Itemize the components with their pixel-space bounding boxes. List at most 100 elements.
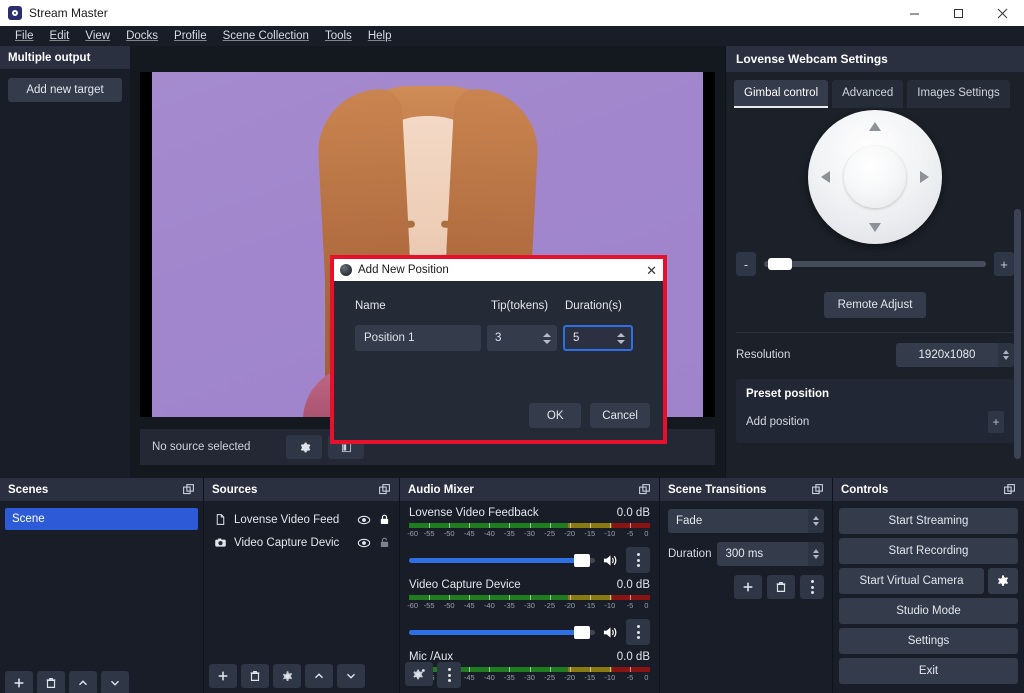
eye-icon[interactable] xyxy=(357,513,371,527)
transition-stepper[interactable] xyxy=(808,509,824,533)
menu-item-scene-collection[interactable]: Scene Collection xyxy=(215,28,317,44)
arrow-up-icon[interactable] xyxy=(869,122,881,131)
remove-scene-button[interactable] xyxy=(37,671,65,693)
position-name-input[interactable]: Position 1 xyxy=(355,325,481,351)
dialog-close-icon[interactable]: ✕ xyxy=(646,264,657,277)
arrow-right-icon[interactable] xyxy=(920,171,929,183)
maximize-icon[interactable] xyxy=(936,0,980,26)
arrow-left-icon[interactable] xyxy=(821,171,830,183)
volume-slider-handle[interactable] xyxy=(574,554,590,567)
float-dock-icon[interactable] xyxy=(1003,483,1016,496)
tab-gimbal-control[interactable]: Gimbal control xyxy=(734,80,828,108)
cancel-button[interactable]: Cancel xyxy=(590,403,650,428)
resolution-stepper[interactable] xyxy=(998,343,1014,367)
menu-item-view[interactable]: View xyxy=(77,28,118,44)
bottom-docks: Scenes Scene xyxy=(0,478,1024,693)
lock-open-icon[interactable] xyxy=(378,536,391,549)
channel-menu-button[interactable] xyxy=(626,619,650,645)
menu-item-profile[interactable]: Profile xyxy=(166,28,215,44)
zoom-in-button[interactable]: + xyxy=(994,252,1014,276)
audio-menu-button[interactable] xyxy=(437,662,461,688)
duration-label: Duration(s) xyxy=(565,300,645,312)
ok-button[interactable]: OK xyxy=(529,403,581,428)
transition-menu-button[interactable] xyxy=(800,575,824,599)
scenes-title-text: Scenes xyxy=(8,484,48,496)
remove-source-button[interactable] xyxy=(241,664,269,688)
menu-item-docks[interactable]: Docks xyxy=(118,28,166,44)
start-streaming-button[interactable]: Start Streaming xyxy=(839,508,1018,534)
source-properties-button[interactable] xyxy=(273,664,301,688)
lock-closed-icon[interactable] xyxy=(378,513,391,526)
add-source-button[interactable] xyxy=(209,664,237,688)
source-name: Video Capture Devic xyxy=(234,537,350,549)
db-tick: -15 xyxy=(584,529,595,538)
duration-field[interactable]: 300 ms xyxy=(717,542,824,566)
volume-slider-handle[interactable] xyxy=(574,626,590,639)
source-list-item[interactable]: Video Capture Devic xyxy=(204,531,399,554)
menu-item-edit[interactable]: Edit xyxy=(42,28,78,44)
tab-advanced[interactable]: Advanced xyxy=(832,80,903,108)
gear-icon[interactable] xyxy=(286,435,322,459)
add-new-target-button[interactable]: Add new target xyxy=(8,78,122,102)
duration-stepper[interactable] xyxy=(808,542,824,566)
remove-transition-button[interactable] xyxy=(767,575,795,599)
add-position-button[interactable]: + xyxy=(988,411,1004,433)
channel-db: 0.0 dB xyxy=(617,579,650,591)
minimize-icon[interactable] xyxy=(892,0,936,26)
gear-icon[interactable] xyxy=(988,568,1018,594)
db-tick: -45 xyxy=(464,529,475,538)
zoom-slider-handle[interactable] xyxy=(768,258,792,270)
db-tick: -25 xyxy=(544,673,555,682)
tip-tokens-input[interactable]: 3 xyxy=(487,325,557,351)
source-list-item[interactable]: Lovense Video Feed xyxy=(204,508,399,531)
zoom-slider-row: - + xyxy=(736,252,1014,276)
tip-tokens-value: 3 xyxy=(487,332,541,344)
menu-item-help[interactable]: Help xyxy=(360,28,400,44)
gimbal-dpad[interactable] xyxy=(808,110,942,244)
move-scene-down-button[interactable] xyxy=(101,671,129,693)
mixer-channel: Video Capture Device 0.0 dB -60-55-50-45… xyxy=(400,573,659,645)
gimbal-center-button[interactable] xyxy=(844,146,906,208)
right-panel-scroll-thumb[interactable] xyxy=(1014,209,1021,459)
speaker-icon[interactable] xyxy=(602,625,619,640)
float-dock-icon[interactable] xyxy=(378,483,391,496)
right-panel-scrollbar[interactable] xyxy=(1014,201,1021,466)
db-tick: -35 xyxy=(504,673,515,682)
tab-images-settings[interactable]: Images Settings xyxy=(907,80,1009,108)
audio-mixer-toolbar xyxy=(400,662,466,693)
zoom-slider[interactable] xyxy=(764,261,986,267)
channel-menu-button[interactable] xyxy=(626,547,650,573)
start-recording-button[interactable]: Start Recording xyxy=(839,538,1018,564)
start-virtual-camera-button[interactable]: Start Virtual Camera xyxy=(839,568,984,594)
menu-item-file[interactable]: File xyxy=(7,28,42,44)
lovense-webcam-settings-panel: Lovense Webcam Settings Gimbal control A… xyxy=(725,46,1024,478)
duration-input[interactable]: 5 xyxy=(563,325,633,351)
add-scene-button[interactable] xyxy=(5,671,33,693)
speaker-icon[interactable] xyxy=(602,553,619,568)
studio-mode-button[interactable]: Studio Mode xyxy=(839,598,1018,624)
remote-adjust-button[interactable]: Remote Adjust xyxy=(824,292,927,318)
menu-item-tools[interactable]: Tools xyxy=(317,28,360,44)
exit-button[interactable]: Exit xyxy=(839,658,1018,684)
audio-advanced-properties-button[interactable] xyxy=(405,662,433,686)
float-dock-icon[interactable] xyxy=(638,483,651,496)
duration-stepper[interactable] xyxy=(615,333,631,344)
transition-select[interactable]: Fade xyxy=(668,509,824,533)
resolution-select[interactable]: 1920x1080 xyxy=(896,343,1014,367)
tip-tokens-stepper[interactable] xyxy=(541,333,557,344)
close-icon[interactable] xyxy=(980,0,1024,26)
settings-button[interactable]: Settings xyxy=(839,628,1018,654)
zoom-out-button[interactable]: - xyxy=(736,252,756,276)
add-transition-button[interactable] xyxy=(734,575,762,599)
arrow-down-icon[interactable] xyxy=(869,223,881,232)
volume-slider[interactable] xyxy=(409,558,595,563)
move-source-up-button[interactable] xyxy=(305,664,333,688)
db-tick: -40 xyxy=(484,673,495,682)
float-dock-icon[interactable] xyxy=(182,483,195,496)
eye-icon[interactable] xyxy=(357,536,371,550)
move-scene-up-button[interactable] xyxy=(69,671,97,693)
scene-list-item[interactable]: Scene xyxy=(5,508,198,530)
float-dock-icon[interactable] xyxy=(811,483,824,496)
volume-slider[interactable] xyxy=(409,630,595,635)
move-source-down-button[interactable] xyxy=(337,664,365,688)
